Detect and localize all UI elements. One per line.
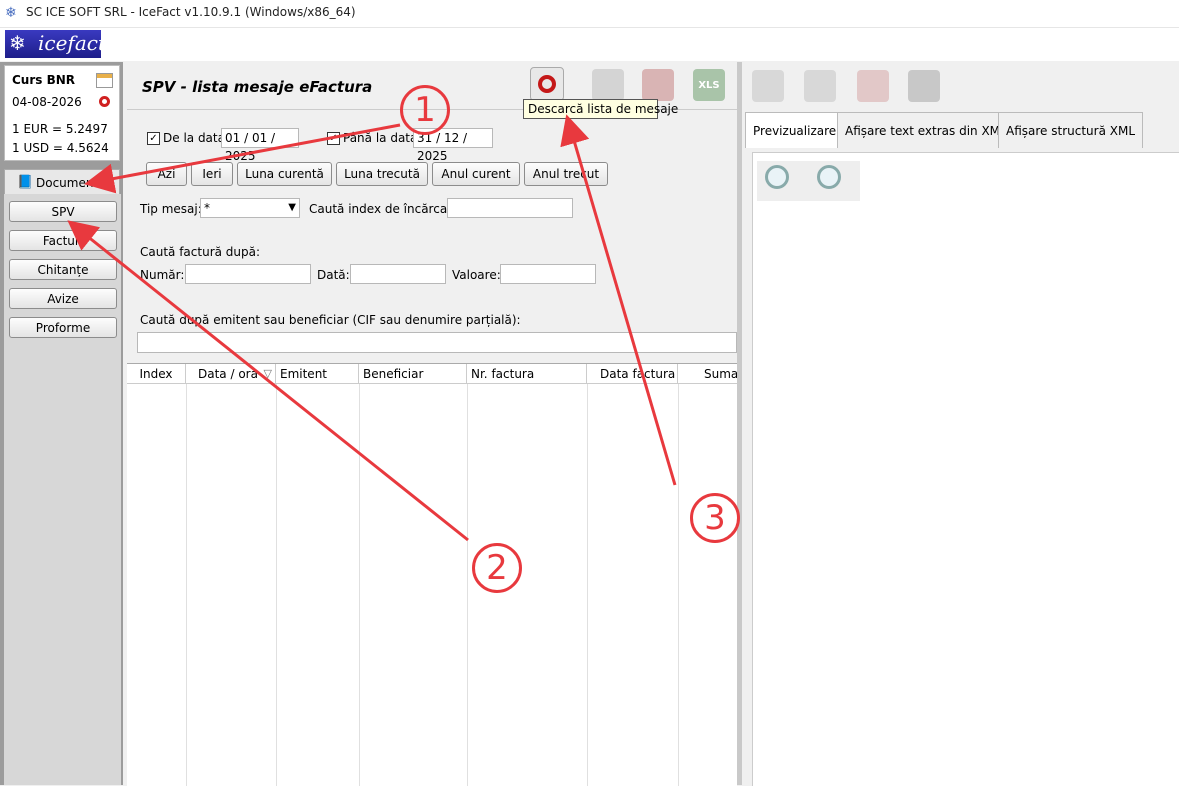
- annotation-number-2: 2: [472, 543, 522, 593]
- annotation-arrows: [67, 114, 677, 542]
- annotation-number-3: 3: [690, 493, 740, 543]
- annotation-number-1: 1: [400, 85, 450, 135]
- arrow-1: [84, 123, 401, 194]
- arrow-2: [67, 220, 469, 542]
- arrow-3: [560, 114, 677, 486]
